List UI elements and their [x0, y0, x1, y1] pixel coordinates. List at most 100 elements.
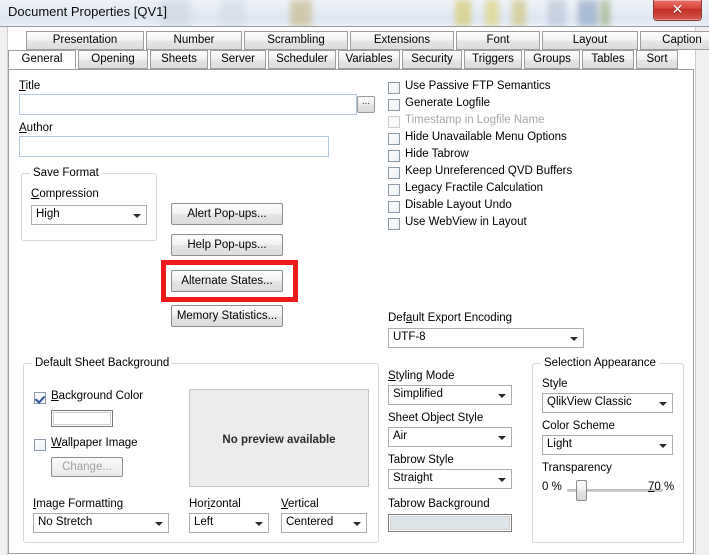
tab-scrambling[interactable]: Scrambling: [244, 31, 348, 50]
image-formatting-value: No Stretch: [38, 516, 148, 528]
tab-label: Security: [411, 53, 453, 65]
tab-presentation[interactable]: Presentation: [26, 31, 144, 50]
export-encoding-select[interactable]: UTF-8: [388, 328, 584, 348]
tab-tables[interactable]: Tables: [582, 50, 634, 69]
sheet-object-style-select[interactable]: Air: [388, 427, 512, 447]
background-color-label: Background Color: [51, 390, 143, 402]
tab-groups[interactable]: Groups: [524, 50, 580, 69]
close-icon: ✕: [654, 1, 701, 18]
preview-text: No preview available: [190, 434, 368, 446]
chevron-down-icon: [498, 394, 506, 398]
save-format-group-title: Save Format: [30, 167, 102, 179]
transparency-label: Transparency: [542, 462, 612, 474]
compression-label: Compression: [31, 188, 99, 200]
tab-label: General: [22, 53, 63, 65]
tab-opening[interactable]: Opening: [78, 50, 148, 69]
titlebar-glass-artifact: [600, 0, 610, 26]
tabrow-style-label: Tabrow Style: [388, 454, 454, 466]
transparency-slider-thumb[interactable]: [576, 480, 587, 501]
vertical-value: Centered: [286, 516, 346, 528]
checkbox-label: Keep Unreferenced QVD Buffers: [405, 165, 572, 177]
styling-mode-select[interactable]: Simplified: [388, 385, 512, 405]
title-label: Title: [19, 80, 40, 92]
help-popups-button[interactable]: Help Pop-ups...: [171, 234, 283, 256]
checkbox-box: [388, 99, 400, 111]
tab-label: Variables: [345, 53, 392, 65]
memory-statistics-button[interactable]: Memory Statistics...: [171, 305, 283, 327]
chevron-down-icon: [155, 522, 163, 526]
image-formatting-label: Image Formatting: [33, 498, 123, 510]
chevron-down-icon: [133, 214, 141, 218]
horizontal-label: Horizontal: [189, 498, 241, 510]
tab-variables[interactable]: Variables: [338, 50, 400, 69]
checkbox-box: [34, 392, 46, 404]
tab-general[interactable]: General: [8, 50, 76, 69]
selection-style-select[interactable]: QlikView Classic: [542, 393, 673, 413]
document-properties-dialog: Presentation NumberScramblingExtensions Fo…: [0, 26, 709, 555]
selection-appearance-title: Selection Appearance: [541, 357, 659, 369]
horizontal-value: Left: [194, 516, 248, 528]
checkbox-box: [34, 439, 46, 451]
tab-font[interactable]: Font: [456, 31, 540, 50]
tab-label: Layout: [573, 34, 608, 46]
tab-extensions[interactable]: Extensions: [350, 31, 454, 50]
titlebar-glass-artifact: [290, 0, 312, 26]
tab-layout[interactable]: Layout: [542, 31, 638, 50]
background-color-swatch[interactable]: [51, 410, 113, 427]
image-formatting-select[interactable]: No Stretch: [33, 513, 169, 533]
tab-server[interactable]: Server: [210, 50, 266, 69]
tab-sort[interactable]: Sort: [636, 50, 678, 69]
sheet-object-style-value: Air: [393, 430, 491, 442]
titlebar-glass-artifact: [485, 0, 499, 26]
background-preview-pane: No preview available: [189, 389, 369, 487]
title-browse-button[interactable]: ...: [357, 96, 375, 113]
tab-security[interactable]: Security: [402, 50, 462, 69]
alternate-states-button[interactable]: Alternate States...: [171, 270, 283, 292]
change-wallpaper-button[interactable]: Change...: [51, 457, 123, 477]
tab-sheets[interactable]: Sheets: [150, 50, 208, 69]
checkbox-box: [388, 150, 400, 162]
tab-triggers[interactable]: Triggers: [464, 50, 522, 69]
tab-label: Presentation: [53, 34, 118, 46]
compression-value: High: [36, 208, 126, 220]
title-input[interactable]: [19, 94, 357, 115]
chevron-down-icon: [498, 436, 506, 440]
tab-scheduler[interactable]: Scheduler: [268, 50, 336, 69]
tab-label: Opening: [91, 53, 134, 65]
color-scheme-select[interactable]: Light: [542, 435, 673, 455]
chevron-down-icon: [353, 522, 361, 526]
tabrow-style-select[interactable]: Straight: [388, 469, 512, 489]
author-input[interactable]: [19, 136, 329, 157]
vertical-select[interactable]: Centered: [281, 513, 367, 533]
alert-popups-button[interactable]: Alert Pop-ups...: [171, 203, 283, 225]
titlebar-glass-artifact: [512, 0, 526, 26]
tab-label: Sort: [646, 53, 667, 65]
chevron-down-icon: [498, 478, 506, 482]
tab-label: Triggers: [472, 53, 514, 65]
tab-label: Tables: [591, 53, 624, 65]
checkbox-label: Hide Unavailable Menu Options: [405, 131, 567, 143]
chevron-down-icon: [659, 402, 667, 406]
titlebar-glass-artifact: [548, 0, 566, 26]
checkbox-label: Generate Logfile: [405, 97, 490, 109]
checkbox-label: Use WebView in Layout: [405, 216, 527, 228]
transparency-min-label: 0 %: [542, 481, 562, 493]
tab-label: Server: [221, 53, 255, 65]
tab-label: Font: [486, 34, 509, 46]
window-title-bar: Document Properties [QV1] ✕: [0, 0, 709, 26]
close-button[interactable]: ✕: [653, 0, 702, 21]
tabrow-style-value: Straight: [393, 472, 491, 484]
sheet-object-style-label: Sheet Object Style: [388, 412, 483, 424]
tab-number[interactable]: Number: [146, 31, 242, 50]
export-encoding-value: UTF-8: [393, 331, 563, 343]
horizontal-select[interactable]: Left: [189, 513, 269, 533]
checkbox-box: [388, 82, 400, 94]
compression-select[interactable]: High: [31, 205, 147, 225]
checkbox-box: [388, 201, 400, 213]
checkbox-box: [388, 184, 400, 196]
tab-caption[interactable]: Caption: [640, 31, 709, 50]
checkbox-box: [388, 116, 400, 128]
tabrow-background-swatch[interactable]: [388, 514, 512, 532]
checkbox-label: Hide Tabrow: [405, 148, 469, 160]
checkbox-box: [388, 218, 400, 230]
